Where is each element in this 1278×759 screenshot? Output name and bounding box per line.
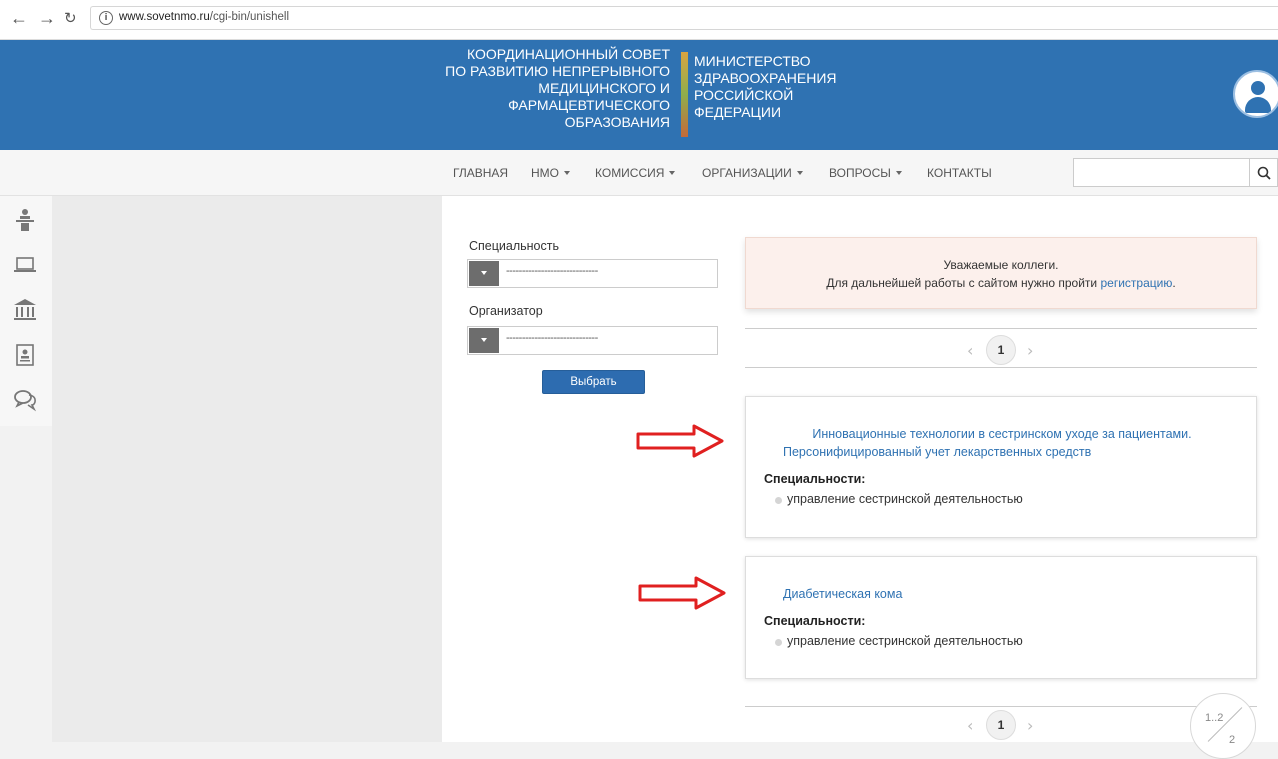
bullet-icon [775,497,782,504]
menu-organizations[interactable]: ОРГАНИЗАЦИИ [702,166,803,180]
next-page-icon[interactable]: › [1027,716,1033,735]
menu-commission[interactable]: КОМИССИЯ [595,166,676,180]
institution-icon[interactable] [11,296,39,324]
divider [745,328,1257,329]
chevron-down-icon[interactable] [469,261,499,286]
ministry-title[interactable]: МИНИСТЕРСТВО ЗДРАВООХРАНЕНИЯ РОССИЙСКОЙ … [694,53,914,121]
page-number[interactable]: 1 [986,335,1016,365]
back-arrow-icon[interactable]: ← [10,9,28,27]
laptop-icon[interactable] [11,251,39,279]
prev-page-icon[interactable]: ‹ [967,341,973,360]
organizer-select[interactable]: ----------------------------- [467,326,718,355]
specialty-select[interactable]: ----------------------------- [467,259,718,288]
search-button[interactable] [1249,158,1278,187]
caret-down-icon [796,171,803,175]
course-title-link[interactable]: Инновационные технологии в сестринском у… [746,425,1258,443]
caret-down-icon [669,171,676,175]
chat-bubbles-icon[interactable] [11,386,39,414]
search-icon [1257,166,1271,180]
menu-questions[interactable]: ВОПРОСЫ [829,166,902,180]
specialties-label: Специальности: [764,614,866,628]
course-title-link[interactable]: Персонифицированный учет лекарственных с… [783,443,1278,461]
page-indicator[interactable]: 1..2 2 [1190,693,1256,759]
menu-nmo[interactable]: НМО [531,166,570,180]
page-number[interactable]: 1 [986,710,1016,740]
specialty-item: управление сестринской деятельностью [775,492,1023,506]
registration-link[interactable]: регистрацию [1100,276,1172,290]
site-header: КООРДИНАЦИОННЫЙ СОВЕТ ПО РАЗВИТИЮ НЕПРЕР… [0,40,1278,150]
bullet-icon [775,639,782,646]
council-title[interactable]: КООРДИНАЦИОННЫЙ СОВЕТ ПО РАЗВИТИЮ НЕПРЕР… [410,46,670,131]
course-title-link[interactable]: Диабетическая кома [783,585,1278,603]
menu-home[interactable]: ГЛАВНАЯ [453,166,508,180]
logo-stripe [681,52,688,137]
address-bar[interactable]: i www.sovetnmo.ru/cgi-bin/unishell [90,6,1278,30]
browser-toolbar: ← → ↻ i www.sovetnmo.ru/cgi-bin/unishell [0,0,1278,40]
side-toolbar [0,196,53,426]
registration-notice: Уважаемые коллеги. Для дальнейшей работы… [745,237,1257,309]
course-card: Диабетическая кома Специальности: управл… [745,556,1257,679]
info-icon[interactable]: i [99,11,113,25]
left-panel [52,196,442,742]
specialties-label: Специальности: [764,472,866,486]
forward-arrow-icon[interactable]: → [38,9,56,27]
menu-contacts[interactable]: КОНТАКТЫ [927,166,992,180]
caret-down-icon [564,171,570,175]
user-avatar-icon[interactable] [1233,70,1278,118]
choose-button[interactable]: Выбрать [542,370,645,394]
prev-page-icon[interactable]: ‹ [967,716,973,735]
next-page-icon[interactable]: › [1027,341,1033,360]
organizer-label: Организатор [469,304,543,318]
course-card: Инновационные технологии в сестринском у… [745,396,1257,538]
url-text: www.sovetnmo.ru/cgi-bin/unishell [119,11,290,23]
specialty-item: управление сестринской деятельностью [775,634,1023,648]
reload-icon[interactable]: ↻ [64,10,77,28]
specialty-label: Специальность [469,239,559,253]
divider [745,367,1257,368]
search-input[interactable] [1073,158,1250,187]
divider [745,706,1257,707]
contact-card-icon[interactable] [11,341,39,369]
pagination-top: ‹ 1 › [967,334,1047,366]
chevron-down-icon[interactable] [469,328,499,353]
pagination-bottom: ‹ 1 › [967,709,1047,741]
red-arrow-icon [638,576,726,610]
red-arrow-icon [636,424,724,458]
caret-down-icon [895,171,902,175]
lecturer-icon[interactable] [11,206,39,234]
